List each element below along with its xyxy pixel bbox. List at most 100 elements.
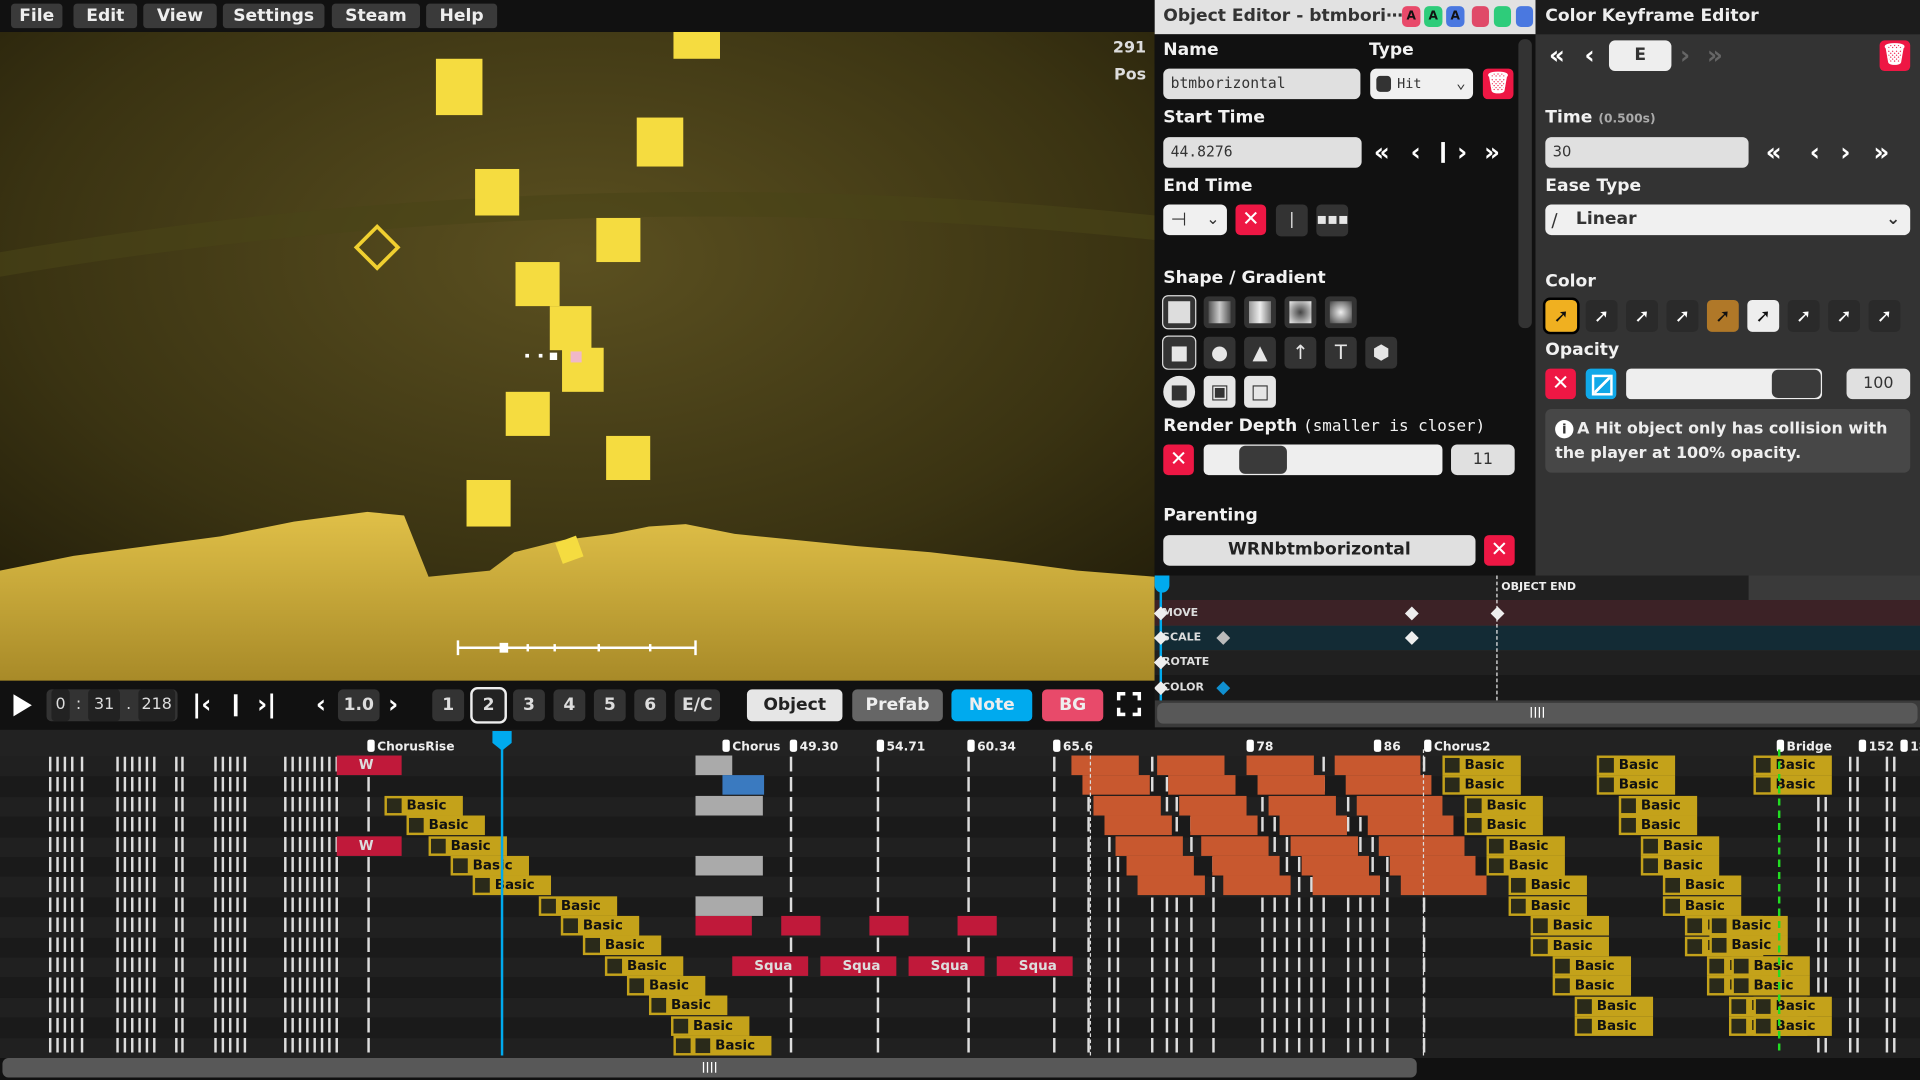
outline-button[interactable]: ▣ <box>1203 375 1236 408</box>
timeline-object-orange[interactable] <box>1212 855 1280 876</box>
color-swatch[interactable]: ➚ <box>1585 300 1618 332</box>
timeline-marker[interactable]: Chorus2 <box>1424 740 1491 754</box>
prev-icon[interactable]: ‹ <box>1411 136 1421 168</box>
opacity-slider[interactable] <box>1626 368 1823 400</box>
timeline-object-basic[interactable]: Basic <box>1552 976 1632 996</box>
parent-select-button[interactable]: WRNbtmborizontal <box>1163 535 1476 566</box>
name-input[interactable]: btmborizontal <box>1163 68 1361 100</box>
timeline-object-red[interactable] <box>781 915 821 936</box>
timeline-object-basic[interactable]: Basic <box>1709 915 1788 936</box>
timeline-object-square[interactable]: Squa <box>996 956 1073 976</box>
end-time-mode-dropdown[interactable]: ⊣ ⌄ <box>1163 204 1227 236</box>
timeline-object-basic[interactable]: Basic <box>1753 996 1832 1016</box>
time-seconds[interactable]: 31 <box>88 689 121 722</box>
timeline-object-orange[interactable] <box>1137 875 1205 896</box>
timeline-object-basic[interactable]: Basic <box>1596 755 1676 776</box>
theme-red-button[interactable] <box>1471 6 1489 27</box>
prefab-mode-button[interactable]: Prefab <box>852 689 943 722</box>
layer-button-5[interactable]: 5 <box>593 689 626 722</box>
timeline-object-warning[interactable]: W <box>336 755 402 776</box>
color-swatch[interactable]: ➚ <box>1542 297 1580 335</box>
timeline-object-orange[interactable] <box>1301 855 1369 876</box>
time-jump-forward-icon[interactable]: » <box>1873 136 1889 168</box>
track-rotate[interactable] <box>1154 650 1920 675</box>
timeline-object-orange[interactable] <box>1400 875 1487 896</box>
timeline-playhead[interactable] <box>500 732 504 1056</box>
timeline-marker[interactable]: 65.6 <box>1053 740 1093 754</box>
timeline-object-basic[interactable]: Basic <box>1508 896 1587 916</box>
timeline-object-helper[interactable] <box>695 795 763 816</box>
time-jump-back-icon[interactable]: « <box>1766 136 1782 168</box>
timeline-object-basic[interactable]: Basic <box>626 975 706 996</box>
timeline-object-basic[interactable]: Basic <box>1442 775 1521 796</box>
time-step-back-icon[interactable]: ‹ <box>1810 136 1820 168</box>
timeline-object-basic[interactable]: Basic <box>1596 775 1676 796</box>
timeline-object-red[interactable] <box>695 915 752 936</box>
color-swatch[interactable]: ➚ <box>1868 300 1901 332</box>
object-editor-scrollbar[interactable] <box>1518 39 1532 329</box>
playback-speed[interactable]: 1.0 <box>337 689 380 722</box>
timeline-object-basic[interactable]: Basic <box>1574 996 1654 1017</box>
timeline-object-orange[interactable] <box>1104 815 1172 836</box>
menu-view[interactable]: View <box>143 3 217 29</box>
layer-button-3[interactable]: 3 <box>513 689 545 722</box>
theme-red-text-button[interactable]: A <box>1402 6 1421 27</box>
timeline-object-basic[interactable]: Basic <box>1640 855 1720 876</box>
timeline-marker[interactable]: ChorusRise <box>367 740 454 754</box>
reset-depth-button[interactable]: ✕ <box>1163 444 1194 476</box>
timeline-object-helper[interactable] <box>695 755 733 776</box>
timeline-object-basic[interactable]: Basic <box>693 1035 772 1056</box>
layer-button-2[interactable]: 2 <box>470 686 507 724</box>
timeline-object-orange[interactable] <box>1157 755 1225 776</box>
gradient-radial-alt-button[interactable] <box>1324 296 1357 329</box>
theme-blue-button[interactable] <box>1515 6 1534 27</box>
timeline-marker[interactable]: 60.34 <box>967 740 1016 754</box>
shape-solid-button[interactable] <box>1162 295 1197 330</box>
bg-mode-button[interactable]: BG <box>1042 689 1104 722</box>
type-dropdown[interactable]: Hit ⌄ <box>1370 68 1474 100</box>
timeline-object-orange[interactable] <box>1071 755 1139 776</box>
timeline-ruler[interactable] <box>0 729 1920 757</box>
timeline-object-basic[interactable]: Basic <box>604 956 684 976</box>
timeline-object-red[interactable] <box>869 915 909 936</box>
timeline-object-basic[interactable]: Basic <box>1486 835 1565 856</box>
timeline-row[interactable] <box>0 1037 1920 1058</box>
timeline-object-basic[interactable]: Basic <box>1753 775 1832 795</box>
timeline-object-basic[interactable]: Basic <box>472 875 552 896</box>
slider-thumb[interactable] <box>1771 369 1821 398</box>
timeline-object-basic[interactable]: Basic <box>538 896 618 916</box>
render-depth-slider[interactable] <box>1203 444 1443 476</box>
timeline-object-basic[interactable]: Basic <box>1753 755 1832 776</box>
slider-thumb[interactable] <box>1239 445 1287 474</box>
pause-marker-icon[interactable] <box>233 694 238 717</box>
timeline-object-basic[interactable]: Basic <box>1508 875 1587 896</box>
timeline-marker[interactable]: 78 <box>1247 740 1273 754</box>
ease-type-dropdown[interactable]: ∕ Linear ⌄ <box>1545 204 1911 236</box>
timeline-object-orange[interactable] <box>1179 795 1247 816</box>
timeline-object-basic[interactable]: Basic <box>1709 935 1788 956</box>
speed-down-icon[interactable]: ‹ <box>316 688 326 720</box>
timeline-object-basic[interactable]: Basic <box>1731 976 1810 996</box>
playhead-handle[interactable] <box>1154 575 1170 593</box>
keyframe-timeline[interactable]: OBJECT END |||| <box>1154 575 1920 728</box>
timeline-scrollbar[interactable]: |||| <box>2 1057 1417 1078</box>
timeline-object-basic[interactable]: Basic <box>648 995 728 1016</box>
timeline-object-basic[interactable]: Basic <box>406 815 485 836</box>
timeline-object-basic[interactable]: Basic <box>1464 795 1543 816</box>
timeline-object-orange[interactable] <box>1093 795 1161 816</box>
timeline-object-orange[interactable] <box>1115 835 1183 856</box>
timeline-row[interactable] <box>0 937 1920 958</box>
clear-end-time-button[interactable]: ✕ <box>1235 204 1267 236</box>
timeline-object-square[interactable]: Squa <box>908 956 985 976</box>
timeline-row[interactable] <box>0 877 1920 898</box>
timeline-object-orange[interactable] <box>1279 815 1347 836</box>
timeline-object-orange[interactable] <box>1082 775 1150 796</box>
time-display[interactable]: 0 : 31 . 218 <box>46 689 178 722</box>
timeline-object-basic[interactable]: Basic <box>1486 855 1565 876</box>
timeline-object-orange[interactable] <box>1312 875 1381 896</box>
timeline-object-blue[interactable] <box>722 775 765 795</box>
track-scale[interactable] <box>1154 625 1920 651</box>
arrow-button[interactable]: ↑ <box>1284 336 1317 369</box>
keyframe-scrollbar[interactable]: |||| <box>1157 702 1918 724</box>
timeline-object-basic[interactable]: Basic <box>1530 916 1609 936</box>
